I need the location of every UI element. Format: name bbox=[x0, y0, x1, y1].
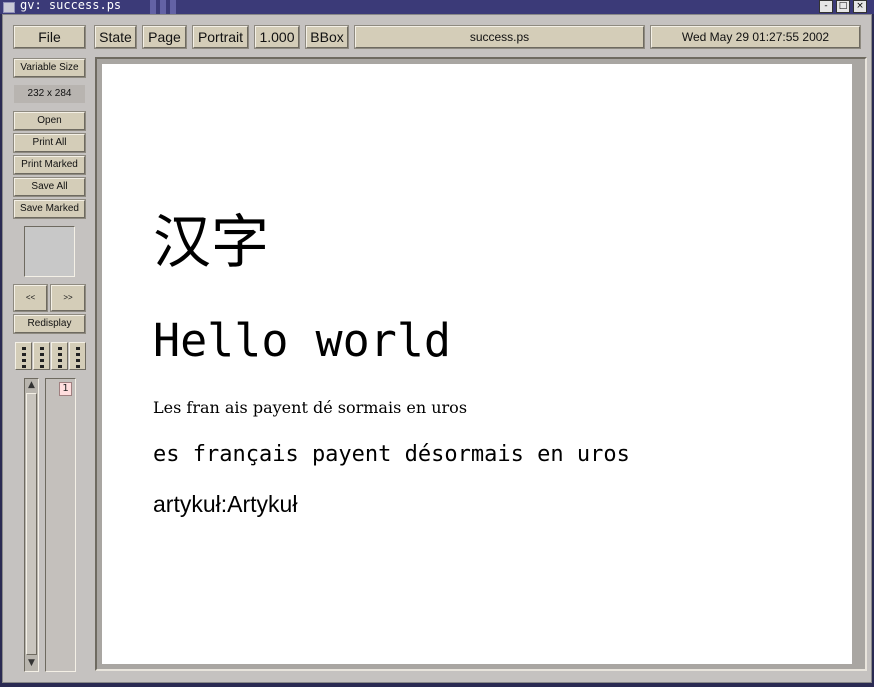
open-button[interactable]: Open bbox=[13, 111, 86, 131]
prev-page-button[interactable]: << bbox=[13, 284, 48, 312]
scroll-up-icon[interactable]: ▲ bbox=[26, 379, 37, 391]
chinese-text-line: 汉字 bbox=[153, 208, 270, 276]
maximize-button[interactable]: □ bbox=[836, 0, 850, 13]
window-title: gv: success.ps bbox=[20, 0, 122, 12]
title-bar[interactable]: gv: success.ps - □ × bbox=[0, 0, 874, 14]
scroll-down-icon[interactable]: ▼ bbox=[26, 657, 37, 669]
mark-even-pages-icon[interactable] bbox=[33, 342, 50, 370]
date-label: Wed May 29 01:27:55 2002 bbox=[650, 25, 861, 49]
save-all-button[interactable]: Save All bbox=[13, 177, 86, 197]
next-page-button[interactable]: >> bbox=[50, 284, 86, 312]
unmark-pages-icon[interactable] bbox=[69, 342, 86, 370]
close-button[interactable]: × bbox=[853, 0, 867, 13]
file-menu-button[interactable]: File bbox=[13, 25, 86, 49]
magnification-button[interactable]: 1.000 bbox=[254, 25, 300, 49]
size-mode-button[interactable]: Variable Size bbox=[13, 58, 86, 78]
title-decoration bbox=[150, 0, 182, 14]
mark-current-page-icon[interactable] bbox=[51, 342, 68, 370]
redisplay-button[interactable]: Redisplay bbox=[13, 314, 86, 334]
print-marked-button[interactable]: Print Marked bbox=[13, 155, 86, 175]
french-mono-line: es français payent désormais en uros bbox=[153, 442, 630, 467]
page-list-scrollbar[interactable]: ▲ ▼ bbox=[24, 378, 39, 672]
mark-odd-pages-icon[interactable] bbox=[15, 342, 32, 370]
hello-world-line: Hello world bbox=[153, 314, 452, 367]
polish-text-line: artykuł:Artykuł bbox=[153, 491, 298, 517]
page-list-item[interactable]: 1 bbox=[59, 382, 72, 396]
filename-label[interactable]: success.ps bbox=[354, 25, 645, 49]
window-menu-icon[interactable] bbox=[3, 2, 15, 13]
gv-main-window: File State Page Portrait 1.000 BBox succ… bbox=[2, 14, 872, 683]
state-menu-button[interactable]: State bbox=[94, 25, 137, 49]
bbox-button[interactable]: BBox bbox=[305, 25, 349, 49]
orientation-button[interactable]: Portrait bbox=[192, 25, 249, 49]
save-marked-button[interactable]: Save Marked bbox=[13, 199, 86, 219]
page-thumbnail-panner[interactable] bbox=[24, 226, 75, 277]
document-viewport[interactable]: 汉字 Hello world Les fran ais payent dé so… bbox=[95, 57, 867, 671]
document-page: 汉字 Hello world Les fran ais payent dé so… bbox=[102, 64, 852, 664]
page-menu-button[interactable]: Page bbox=[142, 25, 187, 49]
scrollbar-thumb[interactable] bbox=[26, 393, 37, 655]
page-list[interactable]: 1 bbox=[45, 378, 76, 672]
french-serif-line: Les fran ais payent dé sormais en uros bbox=[153, 398, 468, 417]
minimize-button[interactable]: - bbox=[819, 0, 833, 13]
size-readout: 232 x 284 bbox=[14, 85, 85, 103]
print-all-button[interactable]: Print All bbox=[13, 133, 86, 153]
